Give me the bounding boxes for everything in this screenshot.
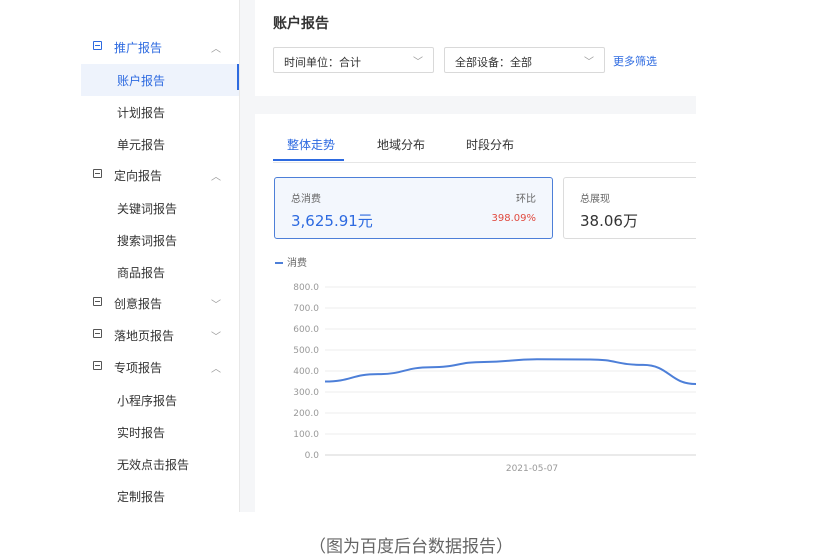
y-tick-label: 0.0	[305, 451, 320, 461]
sidebar-item-label: 定制报告	[117, 490, 166, 504]
sidebar-group-promotion-report[interactable]: 推广报告 ︿	[81, 31, 239, 63]
chevron-down-icon: ﹀	[211, 300, 221, 311]
x-tick-label: 2021-05-07	[506, 464, 558, 474]
active-tab-indicator	[273, 159, 344, 161]
sidebar-item-label: 账户报告	[117, 74, 166, 88]
sidebar-item-mini-program-report[interactable]: 小程序报告	[81, 384, 239, 416]
metric-label: 总展现	[580, 194, 610, 205]
y-tick-label: 100.0	[293, 430, 319, 440]
legend-label: 消费	[287, 258, 307, 269]
chart-icon	[93, 41, 102, 50]
y-tick-label: 400.0	[293, 367, 319, 377]
filter-panel: 账户报告 时间单位：合计 ﹀ 全部设备：全部 ﹀ 更多筛选	[255, 0, 696, 96]
trend-panel: 整体走势 地域分布 时段分布 总消费 3,625.91元 环比 398.09% …	[255, 114, 696, 512]
chevron-up-icon: ︿	[211, 172, 221, 183]
sidebar-group-creative-report[interactable]: 创意报告 ﹀	[81, 287, 239, 319]
sidebar-item-plan-report[interactable]: 计划报告	[81, 96, 239, 128]
device-value: 全部设备：全部	[455, 56, 532, 69]
sidebar-group-label: 落地页报告	[114, 329, 175, 343]
y-tick-label: 600.0	[293, 325, 319, 335]
chart-legend[interactable]: 消费	[275, 254, 307, 269]
sidebar-group-label: 专项报告	[114, 361, 163, 375]
device-select[interactable]: 全部设备：全部 ﹀	[444, 47, 605, 73]
series-line-spend	[324, 358, 696, 386]
y-tick-label: 200.0	[293, 409, 319, 419]
report-tabs: 整体走势 地域分布 时段分布	[273, 132, 696, 163]
more-filter-link[interactable]: 更多筛选	[613, 53, 657, 69]
sidebar-item-keyword-report[interactable]: 关键词报告	[81, 192, 239, 224]
change-label: 环比	[516, 194, 536, 205]
sidebar-group-label: 创意报告	[114, 297, 163, 311]
sidebar-item-product-report[interactable]: 商品报告	[81, 256, 239, 288]
time-unit-select[interactable]: 时间单位：合计 ﹀	[273, 47, 434, 73]
sidebar-item-label: 无效点击报告	[117, 458, 190, 472]
sidebar-item-label: 小程序报告	[117, 394, 178, 408]
sidebar-item-search-term-report[interactable]: 搜索词报告	[81, 224, 239, 256]
page-icon	[93, 329, 102, 338]
sidebar-item-label: 单元报告	[117, 138, 166, 152]
sidebar-item-invalid-click-report[interactable]: 无效点击报告	[81, 448, 239, 480]
sidebar-group-label: 推广报告	[114, 41, 163, 55]
grid-icon	[93, 361, 102, 370]
y-tick-label: 300.0	[293, 388, 319, 398]
y-tick-label: 500.0	[293, 346, 319, 356]
sidebar-group-landing-page-report[interactable]: 落地页报告 ﹀	[81, 319, 239, 351]
sidebar-group-label: 定向报告	[114, 169, 163, 183]
tab-overall-trend[interactable]: 整体走势	[287, 136, 335, 153]
y-tick-label: 700.0	[293, 304, 319, 314]
legend-swatch	[275, 262, 283, 264]
sidebar-item-label: 商品报告	[117, 266, 166, 280]
metric-label: 总消费	[291, 194, 321, 205]
tab-region-distribution[interactable]: 地域分布	[377, 136, 425, 153]
report-frame: 推广报告 ︿ 账户报告 计划报告 单元报告 定向报告 ︿ 关键词报告 搜索词报告…	[81, 0, 696, 512]
change-value: 398.09%	[491, 213, 537, 224]
page-title: 账户报告	[273, 16, 329, 32]
chevron-up-icon: ︿	[211, 44, 221, 55]
spend-line-chart: 800.0 700.0 600.0 500.0 400.0 300.0 200.0 100.0…	[293, 283, 696, 474]
metric-value: 38.06万	[580, 212, 638, 230]
sidebar-item-label: 关键词报告	[117, 202, 178, 216]
sidebar-scrollbar[interactable]	[239, 0, 240, 512]
chevron-down-icon: ﹀	[413, 57, 423, 68]
sidebar-item-realtime-report[interactable]: 实时报告	[81, 416, 239, 448]
sidebar-item-label: 实时报告	[117, 426, 166, 440]
sidebar-nav: 推广报告 ︿ 账户报告 计划报告 单元报告 定向报告 ︿ 关键词报告 搜索词报告…	[81, 0, 239, 512]
sidebar-item-custom-report[interactable]: 定制报告	[81, 480, 239, 512]
tab-time-distribution[interactable]: 时段分布	[466, 136, 514, 153]
sidebar-group-targeting-report[interactable]: 定向报告 ︿	[81, 159, 239, 191]
chevron-down-icon: ﹀	[211, 332, 221, 343]
y-tick-label: 800.0	[293, 283, 319, 293]
image-caption: （图为百度后台数据报告）	[309, 537, 513, 557]
metric-card-impressions[interactable]: 总展现 38.06万	[563, 177, 696, 239]
chevron-down-icon: ﹀	[584, 57, 594, 68]
chevron-up-icon: ︿	[211, 364, 221, 375]
metric-value: 3,625.91元	[291, 212, 373, 230]
metric-card-spend[interactable]: 总消费 3,625.91元 环比 398.09%	[274, 177, 553, 239]
creative-icon	[93, 297, 102, 306]
sidebar-item-unit-report[interactable]: 单元报告	[81, 128, 239, 160]
sidebar-item-label: 计划报告	[117, 106, 166, 120]
sidebar-group-special-report[interactable]: 专项报告 ︿	[81, 351, 239, 383]
list-icon	[93, 169, 102, 178]
sidebar-item-label: 搜索词报告	[117, 234, 178, 248]
sidebar-item-account-report[interactable]: 账户报告	[81, 64, 239, 96]
time-unit-value: 时间单位：合计	[284, 56, 361, 69]
